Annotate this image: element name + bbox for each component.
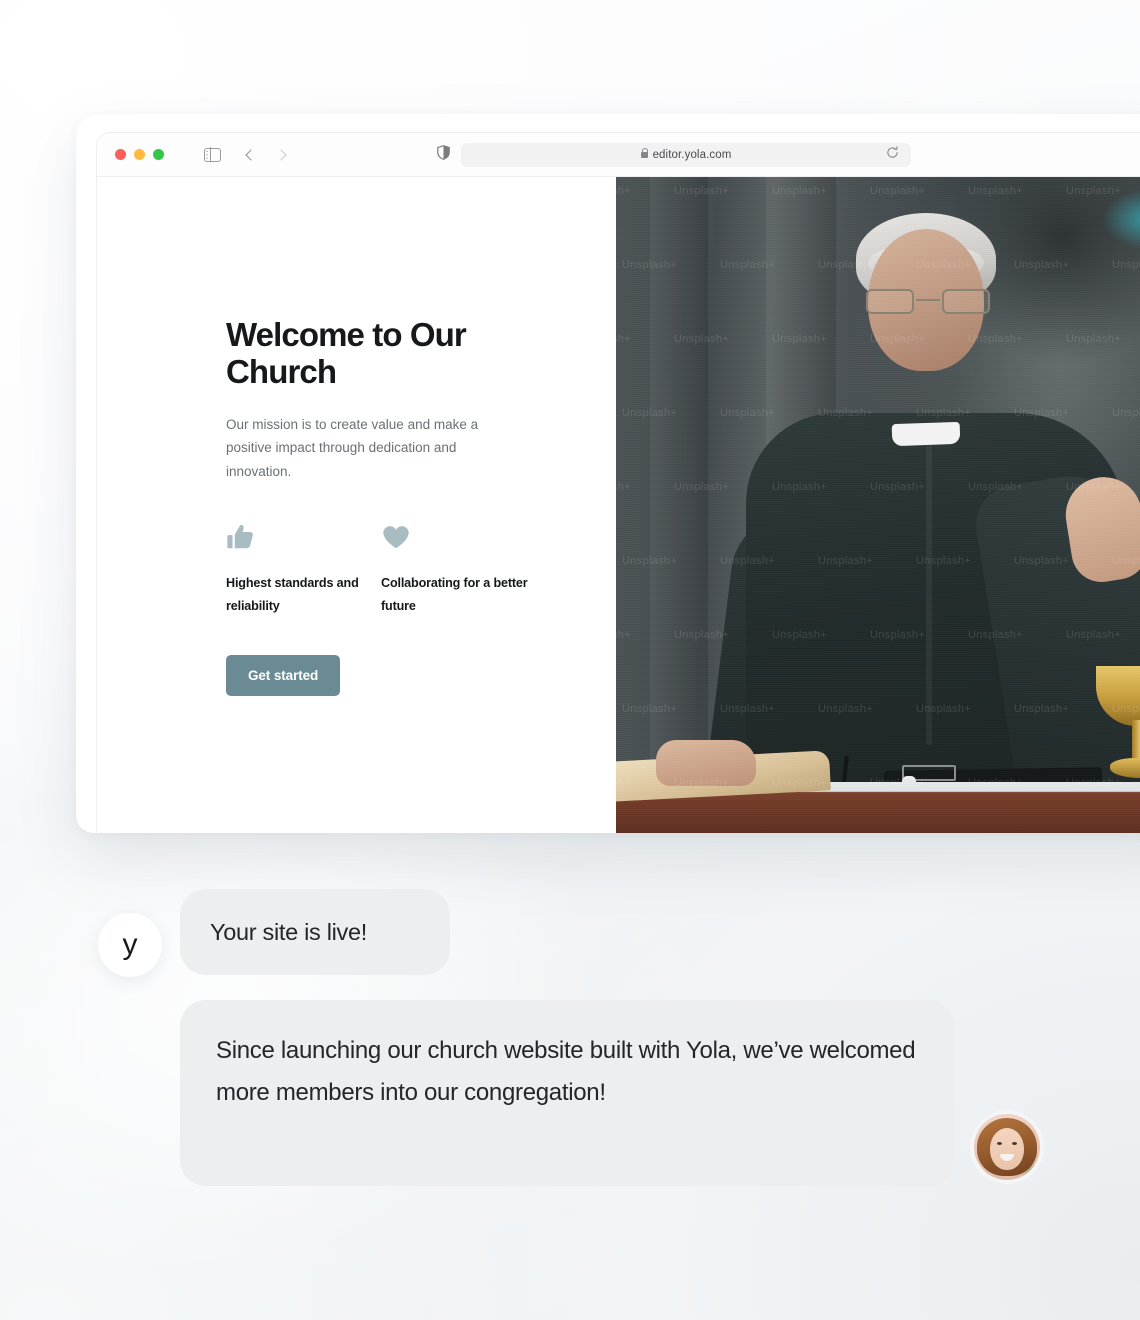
feature-label: Highest standards and reliability xyxy=(226,576,359,613)
page-subtitle: Our mission is to create value and make … xyxy=(226,416,479,480)
browser-window: editor.yola.com Welcome to Our Church Ou… xyxy=(76,114,1140,833)
maximize-window-button[interactable] xyxy=(153,149,164,160)
hero-image: Unsplash+Unsplash+Unsplash+Unsplash+Unsp… xyxy=(616,177,1140,833)
feature-item: Highest standards and reliability xyxy=(226,522,381,617)
sidebar-toggle-icon[interactable] xyxy=(204,146,221,163)
get-started-button[interactable]: Get started xyxy=(226,655,341,697)
yola-brand-avatar: y xyxy=(98,913,162,977)
page-title: Welcome to Our Church xyxy=(226,316,467,391)
website-preview: Welcome to Our Church Our mission is to … xyxy=(97,177,1140,833)
chat-message-text: Since launching our church website built… xyxy=(216,1037,916,1106)
testimonial-avatar xyxy=(974,1114,1040,1180)
chat-message-text: Your site is live! xyxy=(210,918,368,945)
avatar-face xyxy=(990,1128,1024,1170)
chat-message-bubble: Your site is live! xyxy=(180,889,450,975)
heart-icon xyxy=(381,522,536,556)
priest-glasses xyxy=(864,289,992,315)
feature-label: Collaborating for a better future xyxy=(381,576,528,613)
priest-hand-on-book xyxy=(656,740,756,786)
minimize-window-button[interactable] xyxy=(134,149,145,160)
avatar-eye xyxy=(997,1142,1002,1145)
browser-toolbar: editor.yola.com xyxy=(97,133,1140,177)
avatar-eye xyxy=(1012,1142,1017,1145)
close-window-button[interactable] xyxy=(115,149,126,160)
chevron-left-icon[interactable] xyxy=(245,148,257,161)
privacy-shield-icon[interactable] xyxy=(437,144,450,165)
feature-item: Collaborating for a better future xyxy=(381,522,536,617)
chevron-right-icon[interactable] xyxy=(275,148,287,161)
thumbs-up-icon xyxy=(226,522,381,556)
reload-icon[interactable] xyxy=(886,145,899,164)
hero-text-column: Welcome to Our Church Our mission is to … xyxy=(97,177,616,833)
address-bar-url: editor.yola.com xyxy=(652,148,732,161)
priest-shirt-placket xyxy=(926,445,932,745)
window-controls[interactable] xyxy=(115,149,164,160)
lock-icon xyxy=(640,147,649,158)
address-bar[interactable]: editor.yola.com xyxy=(461,142,911,167)
feature-list: Highest standards and reliability Collab… xyxy=(226,522,536,617)
priest-clerical-collar xyxy=(891,421,961,447)
chalice-stem xyxy=(1132,720,1140,762)
navigation-controls[interactable] xyxy=(204,146,287,163)
priest-figure xyxy=(616,177,1140,833)
browser-window-inner: editor.yola.com Welcome to Our Church Ou… xyxy=(96,132,1140,833)
chat-message-bubble: Since launching our church website built… xyxy=(180,1000,955,1186)
